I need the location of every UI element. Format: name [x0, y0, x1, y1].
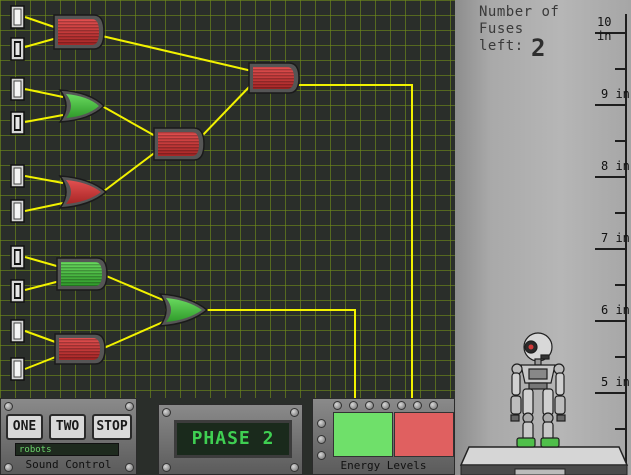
bolt-icon: [162, 463, 171, 472]
ruler-tick: [595, 320, 627, 322]
phase-display: PHASE 2: [174, 420, 292, 458]
and-gate-red[interactable]: [53, 14, 105, 50]
circuit-board: [0, 0, 455, 398]
side-panel: Number of Fuses left: 2 10 in 9 in 8 in …: [455, 0, 631, 475]
sound-track-display: robots: [15, 443, 119, 456]
input-switch[interactable]: [10, 245, 25, 269]
robot-figure: [459, 332, 629, 475]
ruler-label: 9 in: [601, 87, 630, 101]
ruler-label: 6 in: [601, 303, 630, 317]
input-switch[interactable]: [10, 164, 25, 188]
sound-two-button[interactable]: TWO: [49, 414, 86, 440]
bolt-icon: [365, 401, 374, 410]
ruler-tick: [595, 248, 627, 250]
input-switch[interactable]: [10, 5, 25, 29]
bolt-icon: [413, 401, 422, 410]
energy-levels-label: Energy Levels: [340, 459, 427, 472]
bolt-icon: [4, 402, 13, 411]
input-switch[interactable]: [10, 199, 25, 223]
bolt-icon: [317, 419, 326, 428]
and-gate-green[interactable]: [56, 257, 108, 291]
input-switch[interactable]: [10, 319, 25, 343]
ruler-label: 10 in: [597, 15, 612, 43]
bolt-icon: [317, 435, 326, 444]
bolt-icon: [381, 401, 390, 410]
ruler-minor-tick: [615, 68, 627, 70]
ruler-minor-tick: [615, 212, 627, 214]
bolt-icon: [125, 402, 134, 411]
bolt-icon: [333, 401, 342, 410]
phase-panel: PHASE 2: [158, 404, 303, 475]
ruler-tick: [595, 176, 627, 178]
sound-control-label: Sound Control: [25, 458, 112, 471]
input-switch[interactable]: [10, 77, 25, 101]
energy-levels-panel: Energy Levels: [312, 398, 455, 475]
bolt-icon: [429, 401, 438, 410]
bolt-icon: [397, 401, 406, 410]
input-switch[interactable]: [10, 279, 25, 303]
fuses-count: 2: [531, 34, 546, 62]
and-gate-red[interactable]: [54, 333, 106, 365]
bolt-icon: [290, 463, 299, 472]
and-gate-red[interactable]: [153, 127, 205, 161]
bolt-icon: [290, 408, 299, 417]
input-switch[interactable]: [10, 111, 25, 135]
robot-platform: [459, 446, 629, 475]
input-switch[interactable]: [10, 37, 25, 61]
and-gate-red[interactable]: [248, 62, 300, 94]
ruler-label: 8 in: [601, 159, 630, 173]
ruler-minor-tick: [615, 140, 627, 142]
input-switch[interactable]: [10, 357, 25, 381]
ruler-minor-tick: [615, 284, 627, 286]
robot: [510, 332, 566, 448]
sound-stop-button[interactable]: STOP: [92, 414, 132, 440]
energy-bar-red: [394, 412, 454, 457]
bolt-icon: [349, 401, 358, 410]
energy-bar-green: [333, 412, 393, 457]
bolt-icon: [162, 408, 171, 417]
ruler-label: 7 in: [601, 231, 630, 245]
sound-one-button[interactable]: ONE: [6, 414, 43, 440]
sound-control-panel: ONE TWO STOP robots Sound Control: [0, 398, 137, 475]
ruler-tick: [595, 104, 627, 106]
